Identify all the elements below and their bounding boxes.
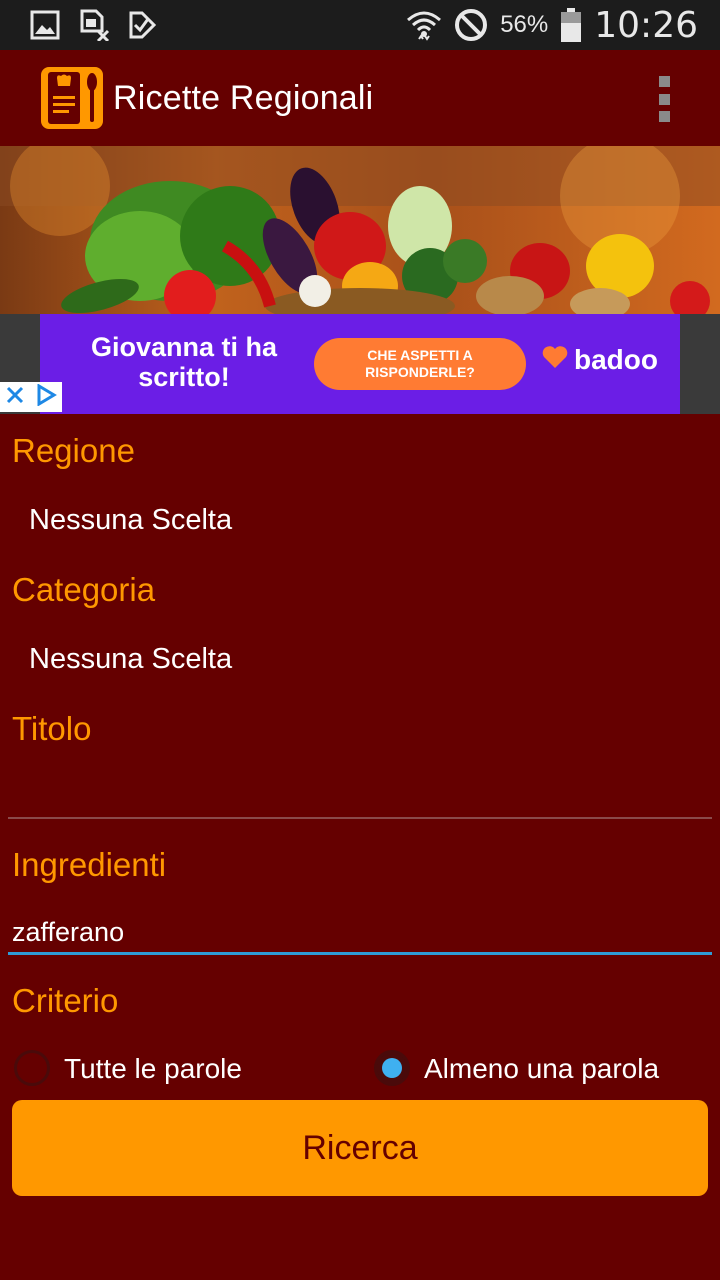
wifi-icon xyxy=(406,8,442,42)
sim-card-icon xyxy=(78,9,110,41)
criterio-radio-group: Tutte le parole Almeno una parola xyxy=(0,1045,720,1093)
radio-almeno-una-parola[interactable] xyxy=(374,1050,410,1086)
radio-label-almeno-una-parola[interactable]: Almeno una parola xyxy=(424,1053,659,1085)
overflow-menu-icon xyxy=(658,76,670,87)
ad-brand-name: badoo xyxy=(574,344,658,375)
titolo-input[interactable] xyxy=(12,770,712,810)
ad-banner[interactable]: Giovanna ti ha scritto! CHE ASPETTI A RI… xyxy=(0,314,720,414)
overflow-dot xyxy=(658,111,670,122)
criterio-label: Criterio xyxy=(12,982,119,1019)
ad-brand: badoo xyxy=(542,344,658,376)
app-bar: Ricette Regionali xyxy=(0,50,720,146)
ricerca-button[interactable]: Ricerca xyxy=(12,1100,708,1196)
categoria-spinner[interactable]: Nessuna Scelta xyxy=(29,643,232,676)
task-check-icon xyxy=(128,10,158,40)
overflow-menu-button[interactable] xyxy=(650,76,678,122)
regione-label: Regione xyxy=(12,432,135,469)
ad-content[interactable]: Giovanna ti ha scritto! CHE ASPETTI A RI… xyxy=(40,314,680,414)
radio-tutte-le-parole[interactable] xyxy=(14,1050,50,1086)
radio-label-tutte-le-parole[interactable]: Tutte le parole xyxy=(64,1053,242,1085)
ad-choices-icon[interactable] xyxy=(35,382,57,411)
vegetables-banner-image xyxy=(0,146,720,314)
ingredienti-input[interactable]: zafferano xyxy=(12,917,124,948)
do-not-disturb-icon xyxy=(454,8,488,42)
overflow-dot xyxy=(658,93,670,105)
app-title: Ricette Regionali xyxy=(113,79,374,117)
radio-selected-dot xyxy=(382,1058,402,1078)
heart-icon xyxy=(542,344,568,376)
gallery-icon xyxy=(30,10,60,40)
app-logo-icon xyxy=(40,66,104,130)
ingredienti-input-underline xyxy=(8,952,712,955)
status-bar: 56% 10:26 xyxy=(0,0,720,50)
ad-cta-button[interactable]: CHE ASPETTI A RISPONDERLE? xyxy=(314,338,526,390)
regione-spinner[interactable]: Nessuna Scelta xyxy=(29,504,232,537)
battery-percent: 56% xyxy=(500,11,549,38)
battery-icon xyxy=(560,8,582,42)
ad-text: Giovanna ti ha scritto! xyxy=(90,332,278,392)
ingredienti-label: Ingredienti xyxy=(12,846,167,883)
titolo-input-underline xyxy=(8,817,712,819)
categoria-label: Categoria xyxy=(12,571,156,608)
clock: 10:26 xyxy=(594,4,698,46)
ad-choices[interactable] xyxy=(0,382,62,412)
titolo-label: Titolo xyxy=(12,710,92,747)
close-icon[interactable] xyxy=(5,385,25,410)
